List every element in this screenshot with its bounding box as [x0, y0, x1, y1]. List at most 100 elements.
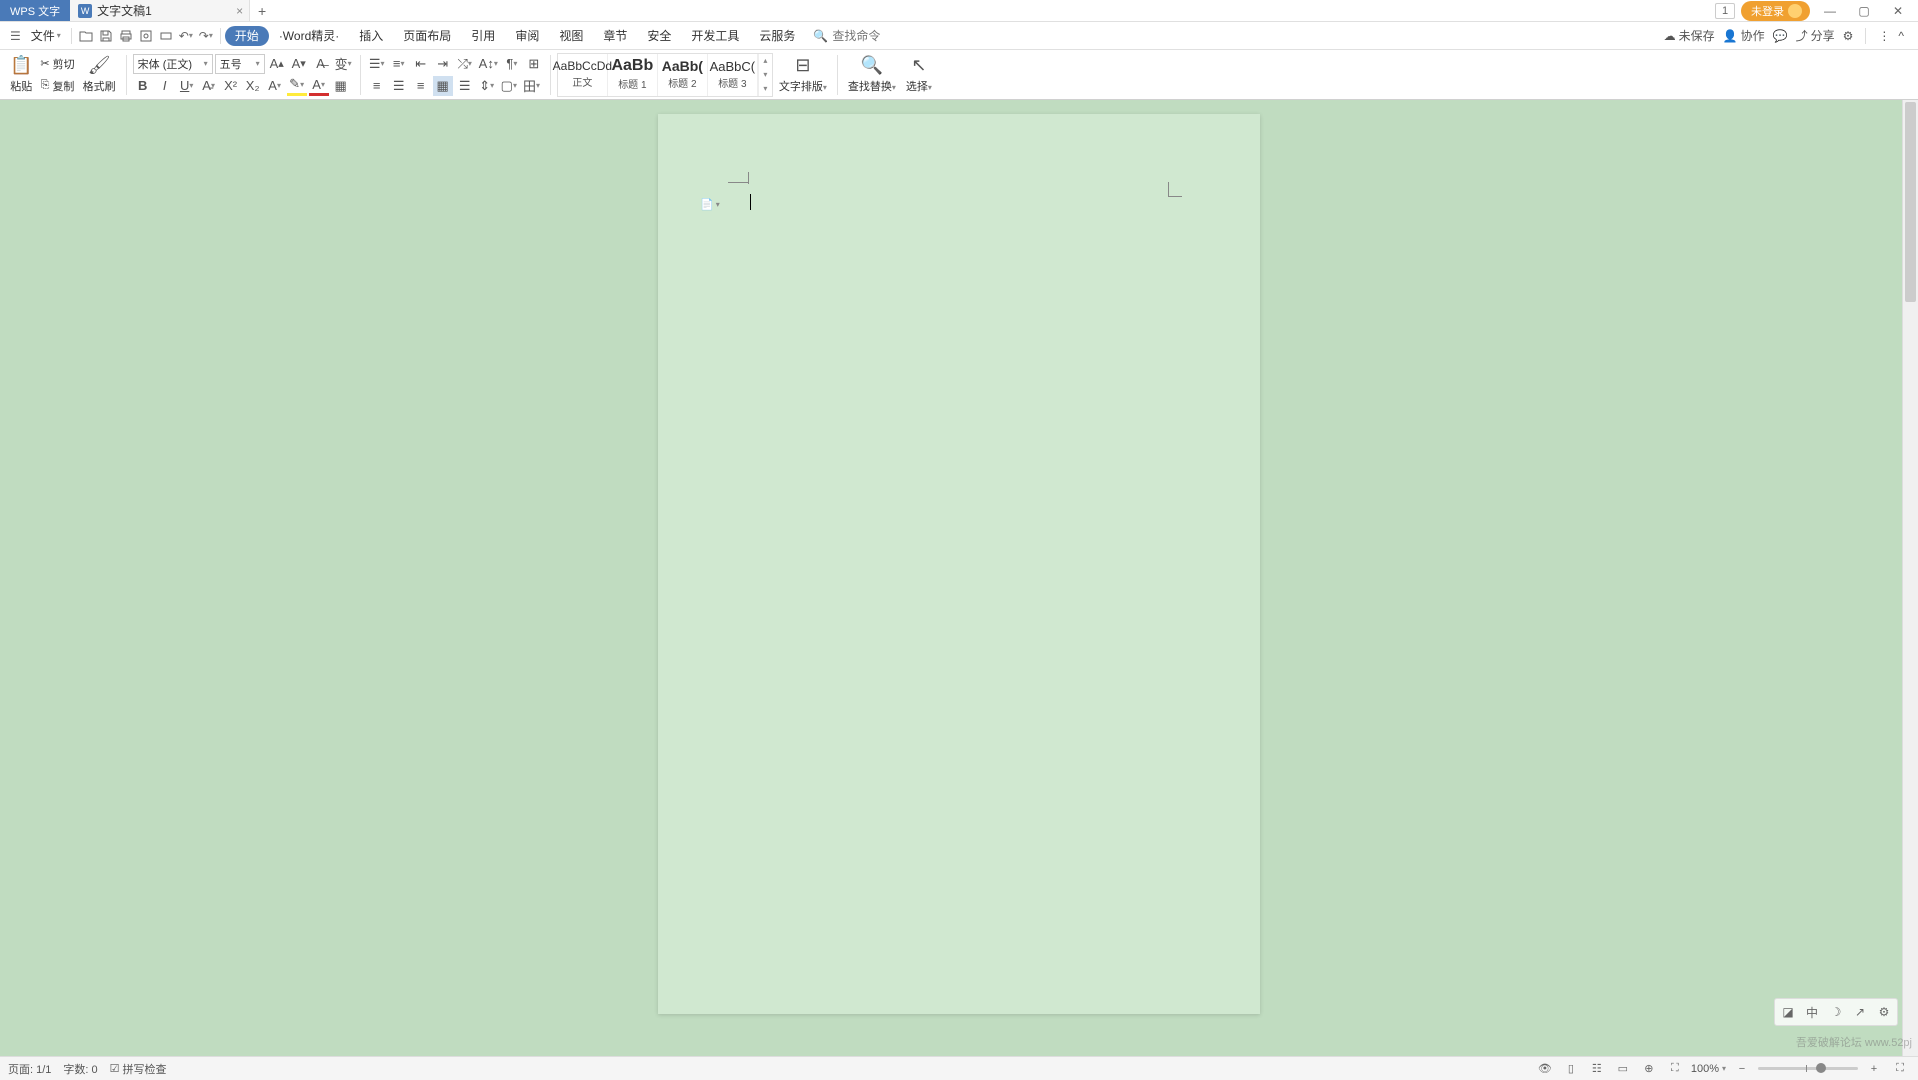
find-replace-button[interactable]: 🔍 查找替换▾ — [844, 53, 900, 96]
style-heading2[interactable]: AaBb(标题 2 — [658, 54, 708, 96]
spell-check[interactable]: ☑拼写检查 — [110, 1061, 167, 1077]
print-icon[interactable] — [116, 26, 136, 46]
file-menu[interactable]: 文件▾ — [25, 27, 67, 44]
eye-icon[interactable]: 👁 — [1535, 1060, 1555, 1078]
maximize-button[interactable]: ▢ — [1850, 0, 1878, 22]
align-right-button[interactable]: ≡ — [411, 76, 431, 96]
styles-more-button[interactable]: ▴▾▾ — [758, 54, 772, 96]
vertical-scrollbar[interactable] — [1902, 100, 1918, 1056]
style-normal[interactable]: AaBbCcDd正文 — [558, 54, 608, 96]
tab-view[interactable]: 视图 — [549, 22, 593, 50]
zoom-out-button[interactable]: − — [1732, 1060, 1752, 1078]
tabs-button[interactable]: ⊞ — [524, 54, 544, 74]
tab-word-wizard[interactable]: ·Word精灵· — [269, 22, 349, 50]
clear-format-button[interactable]: A̶ — [311, 54, 331, 74]
font-size-select[interactable]: 五号▾ — [215, 54, 265, 74]
shading-button[interactable]: ▢▾ — [499, 76, 519, 96]
align-justify-button[interactable]: ▦ — [433, 76, 453, 96]
tab-cloud[interactable]: 云服务 — [749, 22, 805, 50]
tab-insert[interactable]: 插入 — [349, 22, 393, 50]
zoom-level[interactable]: 100%▾ — [1691, 1063, 1726, 1075]
subscript-button[interactable]: X₂ — [243, 76, 263, 96]
styles-gallery[interactable]: AaBbCcDd正文 AaBb标题 1 AaBb(标题 2 AaBbC(标题 3… — [557, 53, 773, 97]
open-icon[interactable] — [76, 26, 96, 46]
bold-button[interactable]: B — [133, 76, 153, 96]
highlight-button[interactable]: ✎▾ — [287, 76, 307, 96]
command-search-input[interactable] — [832, 29, 912, 43]
copy-button[interactable]: ⎘复制 — [38, 76, 76, 96]
show-marks-button[interactable]: ¶▾ — [502, 54, 522, 74]
phonetic-button[interactable]: 变▾ — [333, 54, 354, 74]
text-effects-button[interactable]: A▾ — [265, 76, 285, 96]
view-web-icon[interactable]: ⊕ — [1639, 1060, 1659, 1078]
document-tab[interactable]: W 文字文稿1 × — [70, 0, 250, 21]
print-direct-icon[interactable] — [156, 26, 176, 46]
save-icon[interactable] — [96, 26, 116, 46]
style-heading1[interactable]: AaBb标题 1 — [608, 54, 658, 96]
notification-icon[interactable]: 1 — [1715, 3, 1735, 19]
tab-sections[interactable]: 章节 — [593, 22, 637, 50]
format-painter-button[interactable]: 🖌 格式刷 — [79, 53, 120, 96]
font-color-button[interactable]: A▾ — [309, 76, 329, 96]
align-distribute-button[interactable]: ☰ — [455, 76, 475, 96]
bullets-button[interactable]: ☰▾ — [367, 54, 387, 74]
view-page-icon[interactable]: ▯ — [1561, 1060, 1581, 1078]
style-heading3[interactable]: AaBbC(标题 3 — [708, 54, 758, 96]
page-indicator[interactable]: 页面: 1/1 — [8, 1061, 51, 1077]
italic-button[interactable]: I — [155, 76, 175, 96]
select-button[interactable]: ↖ 选择▾ — [902, 53, 936, 96]
paragraph-insert-icon[interactable]: 📄▾ — [700, 198, 720, 211]
collapse-ribbon-icon[interactable]: ^ — [1898, 29, 1904, 43]
zoom-in-button[interactable]: + — [1864, 1060, 1884, 1078]
align-left-button[interactable]: ≡ — [367, 76, 387, 96]
word-count[interactable]: 字数: 0 — [63, 1061, 97, 1077]
not-saved-indicator[interactable]: ☁未保存 — [1664, 27, 1715, 44]
float-tool-2[interactable]: 中 — [1801, 1001, 1823, 1023]
text-layout-button[interactable]: ⊟ 文字排版▾ — [775, 53, 831, 96]
command-search[interactable]: 🔍 — [813, 29, 912, 43]
document-page[interactable]: 📄▾ — [658, 114, 1260, 1014]
collaborate-button[interactable]: 👤协作 — [1723, 27, 1765, 44]
tab-home[interactable]: 开始 — [225, 26, 269, 46]
cut-button[interactable]: ✂剪切 — [38, 54, 76, 74]
scrollbar-thumb[interactable] — [1905, 102, 1916, 302]
new-tab-button[interactable]: + — [250, 0, 274, 21]
increase-font-button[interactable]: A▴ — [267, 54, 287, 74]
borders-button[interactable]: 田▾ — [521, 76, 542, 96]
tab-page-layout[interactable]: 页面布局 — [393, 22, 461, 50]
char-shading-button[interactable]: ▦ — [331, 76, 351, 96]
underline-button[interactable]: U▾ — [177, 76, 197, 96]
undo-icon[interactable]: ↶▾ — [176, 26, 196, 46]
decrease-font-button[interactable]: A▾ — [289, 54, 309, 74]
sort-button[interactable]: ⤮▾ — [455, 54, 475, 74]
line-spacing-button[interactable]: ⇕▾ — [477, 76, 497, 96]
align-center-button[interactable]: ☰ — [389, 76, 409, 96]
zoom-fit-icon[interactable]: ⛶ — [1665, 1060, 1685, 1078]
zoom-slider[interactable] — [1758, 1067, 1858, 1070]
view-read-icon[interactable]: ▭ — [1613, 1060, 1633, 1078]
redo-icon[interactable]: ↷▾ — [196, 26, 216, 46]
view-outline-icon[interactable]: ☷ — [1587, 1060, 1607, 1078]
feedback-icon[interactable]: 💬 — [1773, 29, 1788, 43]
minimize-button[interactable]: — — [1816, 0, 1844, 22]
decrease-indent-button[interactable]: ⇤ — [411, 54, 431, 74]
more-icon[interactable]: ⋮ — [1878, 29, 1890, 43]
tab-references[interactable]: 引用 — [461, 22, 505, 50]
strikethrough-button[interactable]: A̵▾ — [199, 76, 219, 96]
text-direction-button[interactable]: A↕▾ — [477, 54, 500, 74]
fullscreen-icon[interactable]: ⛶ — [1890, 1060, 1910, 1078]
float-tool-1[interactable]: ◪ — [1777, 1001, 1799, 1023]
zoom-slider-thumb[interactable] — [1816, 1063, 1826, 1073]
float-tool-4[interactable]: ↗ — [1849, 1001, 1871, 1023]
print-preview-icon[interactable] — [136, 26, 156, 46]
font-name-select[interactable]: 宋体 (正文)▾ — [133, 54, 213, 74]
tab-security[interactable]: 安全 — [637, 22, 681, 50]
settings-icon[interactable]: ⚙ — [1843, 29, 1854, 43]
close-button[interactable]: ✕ — [1884, 0, 1912, 22]
login-button[interactable]: 未登录 — [1741, 1, 1810, 21]
tab-review[interactable]: 审阅 — [505, 22, 549, 50]
increase-indent-button[interactable]: ⇥ — [433, 54, 453, 74]
float-tool-3[interactable]: ☽ — [1825, 1001, 1847, 1023]
superscript-button[interactable]: X² — [221, 76, 241, 96]
hamburger-menu-icon[interactable]: ☰ — [6, 29, 25, 43]
